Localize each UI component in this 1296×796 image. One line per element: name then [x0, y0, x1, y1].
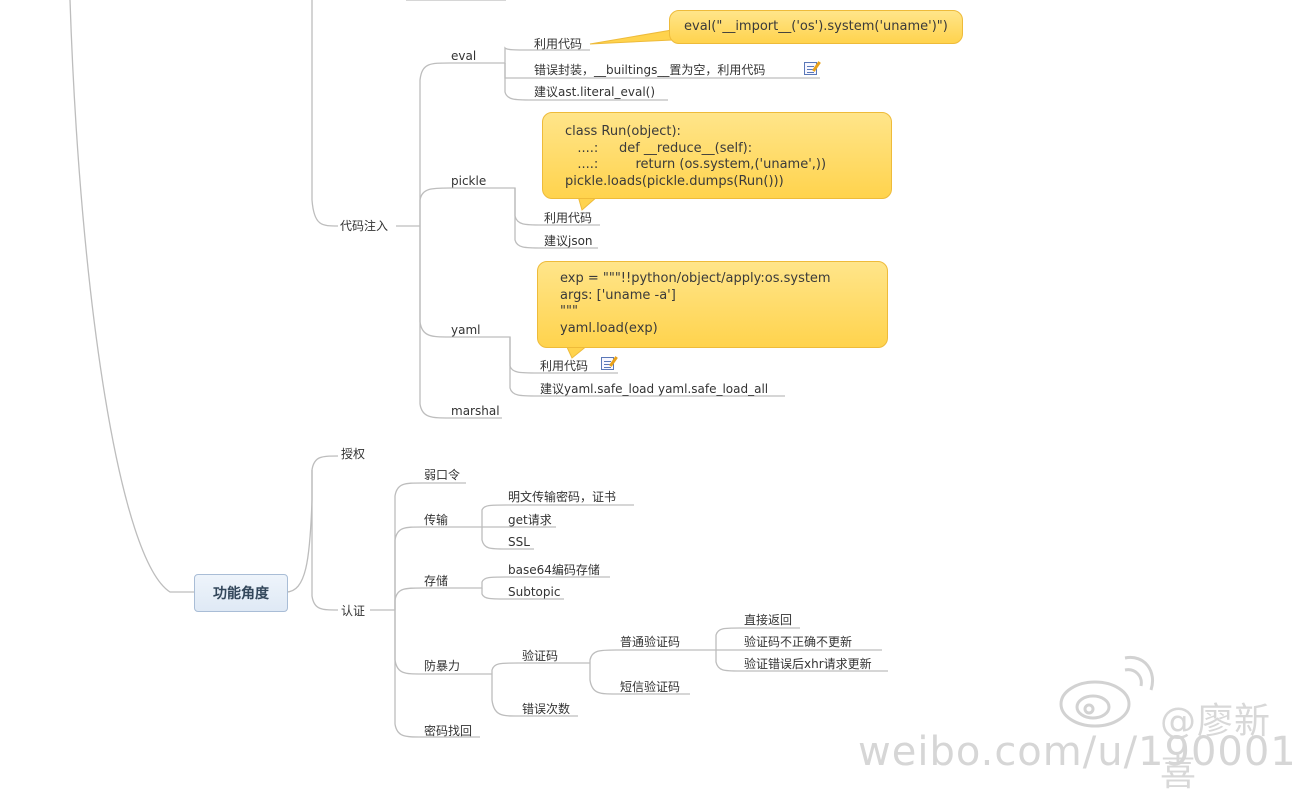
topic-authentication[interactable]: 认证: [341, 604, 365, 618]
topic-error-count[interactable]: 错误次数: [522, 702, 570, 716]
topic-anti-brute-force[interactable]: 防暴力: [424, 659, 460, 673]
callout-yaml-exploit[interactable]: exp = """!!python/object/apply:os.system…: [537, 261, 888, 348]
captcha-item-xhr-refresh[interactable]: 验证错误后xhr请求更新: [744, 657, 872, 671]
root-topic-label: 功能角度: [213, 586, 269, 602]
callout-pickle-exploit[interactable]: class Run(object): ....: def __reduce__(…: [542, 112, 892, 199]
yaml-item-suggestion[interactable]: 建议yaml.safe_load yaml.safe_load_all: [540, 382, 768, 396]
callout-eval-exploit[interactable]: eval("__import__('os').system('uname')"): [669, 10, 963, 44]
eval-item-builtins[interactable]: 错误封装，__builtings__置为空，利用代码: [534, 63, 765, 77]
captcha-item-no-refresh[interactable]: 验证码不正确不更新: [744, 635, 852, 649]
pickle-item-exploit[interactable]: 利用代码: [544, 211, 592, 225]
topic-marshal[interactable]: marshal: [451, 404, 500, 418]
topic-authorization[interactable]: 授权: [341, 447, 365, 461]
transport-item-get[interactable]: get请求: [508, 513, 552, 527]
storage-item-base64[interactable]: base64编码存储: [508, 563, 600, 577]
note-icon[interactable]: [804, 62, 817, 75]
topic-sms-captcha[interactable]: 短信验证码: [620, 680, 680, 694]
eval-item-exploit[interactable]: 利用代码: [534, 37, 582, 51]
topic-eval[interactable]: eval: [451, 49, 476, 63]
eval-item-suggestion[interactable]: 建议ast.literal_eval(): [534, 85, 655, 99]
root-topic[interactable]: 功能角度: [194, 574, 288, 612]
pickle-item-suggestion[interactable]: 建议json: [544, 234, 593, 248]
topic-password-recovery[interactable]: 密码找回: [424, 724, 472, 738]
topic-normal-captcha[interactable]: 普通验证码: [620, 635, 680, 649]
topic-code-injection[interactable]: 代码注入: [340, 219, 388, 233]
watermark-url: weibo.com/u/19000136: [858, 729, 1296, 775]
topic-weak-password[interactable]: 弱口令: [424, 468, 460, 482]
transport-item-plaintext[interactable]: 明文传输密码，证书: [508, 490, 616, 504]
topic-transport[interactable]: 传输: [424, 513, 448, 527]
topic-pickle[interactable]: pickle: [451, 174, 486, 188]
transport-item-ssl[interactable]: SSL: [508, 535, 530, 549]
topic-storage[interactable]: 存储: [424, 574, 448, 588]
topic-captcha[interactable]: 验证码: [522, 649, 558, 663]
topic-yaml[interactable]: yaml: [451, 323, 480, 337]
captcha-item-direct-return[interactable]: 直接返回: [744, 613, 792, 627]
weibo-logo-icon: [1059, 655, 1154, 728]
yaml-item-exploit[interactable]: 利用代码: [540, 359, 588, 373]
note-icon[interactable]: [601, 357, 614, 370]
storage-item-subtopic[interactable]: Subtopic: [508, 585, 560, 599]
